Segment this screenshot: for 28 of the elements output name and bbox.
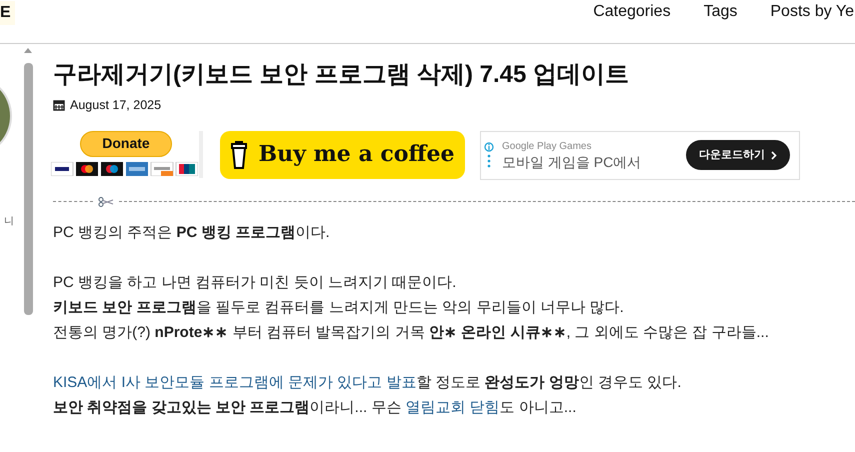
post-date: August 17, 2025 xyxy=(70,97,162,114)
site-logo-text[interactable]: E xyxy=(0,1,15,25)
ad-headline: 모바일 게임을 PC에서 xyxy=(502,154,642,169)
sidebar-text: 니 xyxy=(4,215,15,229)
chevron-right-icon xyxy=(771,150,777,160)
body-text: PC 뱅킹을 하고 나면 컴퓨터가 미친 듯이 느려지기 때문이다. xyxy=(53,272,458,293)
body-text: KISA에서 I사 보안모듈 프로그램에 문제가 있다고 발표할 정도로 완성도가 엉망인 경우도 있다. xyxy=(53,372,682,393)
text-link[interactable]: 열림교회 닫힘 xyxy=(406,398,500,416)
scissors-icon xyxy=(98,196,114,207)
nav-link[interactable]: Tags xyxy=(704,0,738,24)
donate-button[interactable]: Donate xyxy=(80,130,172,157)
body-text: PC 뱅킹의 주적은 PC 뱅킹 프로그램이다. xyxy=(53,222,331,243)
nav-link[interactable]: Posts by Ye xyxy=(770,0,854,24)
coffee-cup-icon xyxy=(230,140,248,170)
ad-brand: Google Play Games xyxy=(502,142,592,152)
body-text: 키보드 보안 프로그램을 필두로 컴퓨터를 느려지게 만드는 악의 무리들이 너무나 많다. xyxy=(53,298,625,318)
body-text: 보안 취약점을 갖고있는 보안 프로그램이라니... 무슨 열림교회 닫힘도 아니고... xyxy=(53,398,578,418)
download-button[interactable]: 다운로드하기 xyxy=(686,140,790,170)
nav-link[interactable]: Categories xyxy=(593,0,671,24)
ad-banner[interactable]: Google Play Games 모바일 게임을 PC에서 다운로드하기 xyxy=(480,130,800,180)
info-icon[interactable] xyxy=(484,142,494,168)
body-text: 전통의 명가(?) nProte∗∗ 부터 컴퓨터 발목잡기의 거목 안∗ 온라인 시큐∗∗, 그 외에도 수많은 잡 구라들... xyxy=(53,322,770,343)
buy-coffee-button[interactable]: Buy me a coffee xyxy=(220,130,465,179)
post-title: 구라제거기(키보드 보안 프로그램 삭제) 7.45 업데이트 xyxy=(53,60,630,90)
text-link[interactable]: KISA에서 I사 보안모듈 프로그램에 문제가 있다고 발표 xyxy=(53,374,416,391)
calendar-icon xyxy=(53,99,65,112)
scroll-up-icon[interactable] xyxy=(24,48,32,53)
scrollbar-thumb[interactable] xyxy=(24,63,32,315)
